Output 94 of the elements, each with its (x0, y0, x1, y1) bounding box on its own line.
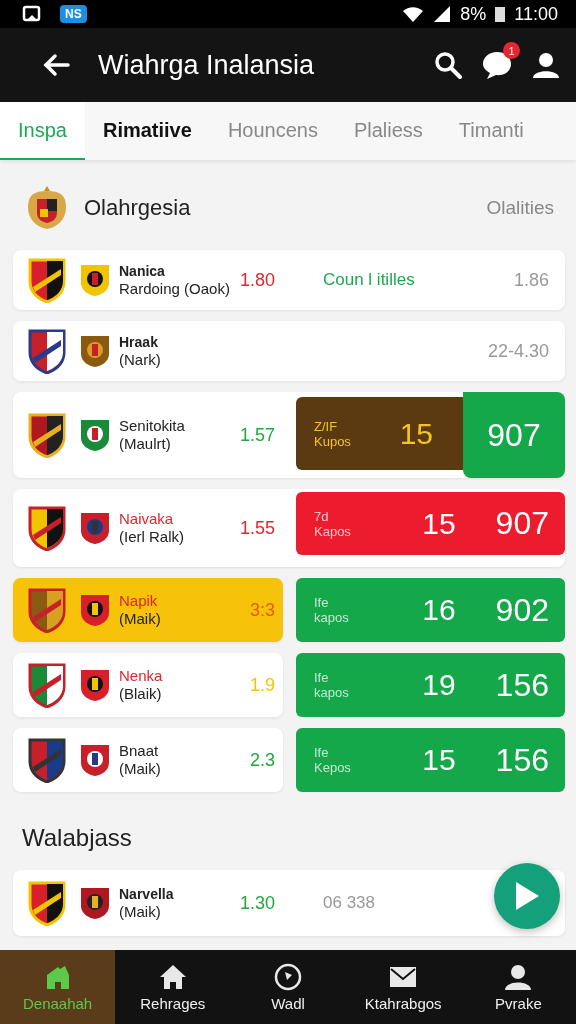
panel-label: 7d Kapos (314, 508, 352, 539)
team-name: Napik (119, 592, 159, 610)
team-name: Narvella (119, 885, 175, 903)
team-name: Hraak (119, 333, 159, 351)
clock: 11:00 (514, 3, 558, 25)
nav-tab[interactable]: Rehrages (115, 950, 231, 1024)
team-subtitle: Rardoing (Oaok) (119, 280, 231, 298)
badge-icon (79, 418, 111, 452)
back-arrow-icon (42, 53, 70, 77)
badge-icon (79, 511, 111, 545)
battery-percent: 8% (460, 3, 487, 25)
team-subtitle: (Blaik) (119, 685, 163, 703)
battery-icon (494, 5, 507, 23)
match-card[interactable]: Senitokita (Maulrt) 1.57 Z/IF Kupos 15 907 (13, 392, 565, 478)
nav-tab[interactable]: Pvrake (460, 950, 576, 1024)
panel-score: 16 (421, 593, 457, 627)
score-value: 1.86 (513, 269, 550, 291)
profile-button[interactable] (532, 51, 560, 79)
panel-score: 15 (421, 506, 457, 541)
section-title: Walabjass (22, 824, 133, 852)
messages-button[interactable]: 1 (482, 42, 520, 80)
play-icon (514, 881, 540, 911)
match-card[interactable]: Naivaka (Ierl Ralk) 1.55 7d Kapos 15 907 (13, 489, 565, 567)
back-button[interactable] (42, 53, 70, 77)
nav-tab[interactable]: Denaahah (0, 950, 116, 1024)
team-name: Nenka (119, 667, 164, 685)
shield-icon (27, 587, 67, 633)
tab[interactable]: Rimatiive (84, 102, 210, 160)
team-name: Naivaka (119, 510, 175, 528)
odds-value: 3:3 (248, 599, 276, 621)
badge-icon (79, 886, 111, 920)
badge-icon (79, 263, 111, 297)
odds-value: 1.9 (248, 674, 276, 696)
badge-icon (79, 593, 111, 627)
team-name: Senitokita (119, 417, 186, 435)
search-button[interactable] (434, 51, 462, 79)
match-card[interactable]: Narvella (Maik) 1.30 06 338 (13, 870, 565, 936)
gallery-icon (22, 5, 42, 23)
match-card[interactable]: Napik (Maik) 3:3 (13, 578, 283, 642)
team-subtitle: (Maik) (119, 610, 162, 628)
app-badge: NS (60, 5, 87, 23)
panel-label: Z/IF Kupos (314, 418, 352, 449)
team-subtitle: (Maulrt) (119, 435, 172, 453)
odds-value: 1.57 (238, 424, 276, 446)
team-name: Bnaat (119, 742, 160, 760)
team-subtitle: (Nark) (119, 351, 162, 369)
total-value: 907 (487, 416, 541, 454)
person-icon (504, 962, 533, 991)
total-value: 902 (495, 591, 549, 629)
panel-score: 19 (421, 668, 457, 702)
odds-value: 1.55 (238, 517, 276, 539)
team-subtitle: (Ierl Ralk) (119, 528, 185, 546)
shield-icon (27, 257, 67, 303)
signal-icon (432, 5, 453, 23)
match-card[interactable]: Hraak (Nark) 22-4.30 (13, 321, 565, 381)
shield-icon (27, 880, 67, 926)
panel-label: Ife kapos (314, 670, 350, 700)
odds-value: 2.3 (248, 749, 276, 771)
status-text: Coun l itilles (323, 270, 415, 290)
shield-icon (27, 328, 67, 374)
team-subtitle: (Maik) (119, 760, 162, 778)
clock-icon (274, 962, 302, 991)
home-icon (158, 962, 187, 991)
badge-icon (79, 668, 111, 702)
total-value: 156 (495, 666, 549, 704)
team-subtitle: (Maik) (119, 903, 162, 921)
shield-icon (27, 412, 67, 458)
match-card[interactable]: Nenka (Blaik) 1.9 (13, 653, 283, 717)
screen-title: Wiahrga Inalansia (98, 49, 316, 81)
shield-icon (27, 505, 67, 551)
section-label: Olalities (486, 197, 554, 219)
badge-icon (79, 743, 111, 777)
section-title: Olahrgesia (84, 195, 192, 221)
panel-score: 15 (421, 743, 457, 777)
shield-icon (27, 737, 67, 783)
nav-tab[interactable]: Ktahrabgos (345, 950, 461, 1024)
search-icon (434, 51, 462, 79)
panel-score: 15 (398, 416, 434, 451)
score-value: 22-4.30 (487, 340, 550, 362)
panel-label: Ife kapos (314, 595, 350, 625)
nav-tab[interactable]: Wadl (230, 950, 346, 1024)
status-text: 06 338 (323, 893, 375, 913)
odds-value: 1.30 (238, 892, 276, 914)
panel-label: Ife Kepos (314, 745, 352, 775)
team-name: Nanica (119, 262, 166, 280)
total-value: 907 (495, 505, 549, 542)
total-value: 156 (495, 741, 549, 779)
odds-value: 1.80 (238, 269, 276, 291)
badge-icon (79, 334, 111, 368)
wifi-icon (402, 5, 425, 23)
notification-badge: 1 (503, 42, 520, 59)
shield-icon (27, 662, 67, 708)
person-icon (532, 51, 560, 79)
match-card[interactable]: Bnaat (Maik) 2.3 (13, 728, 283, 792)
